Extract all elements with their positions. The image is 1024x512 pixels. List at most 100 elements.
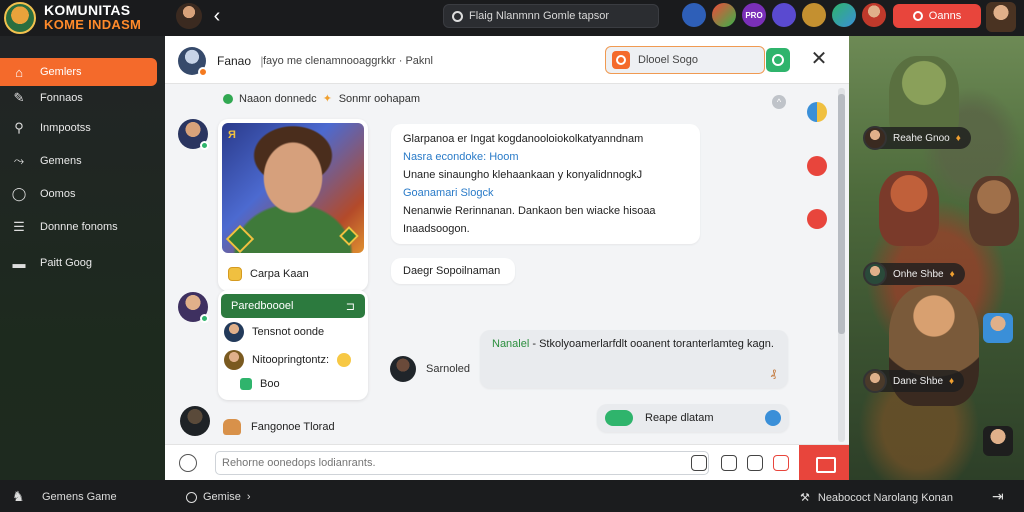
sidebar-item-label: Inmpootss xyxy=(40,122,91,134)
bottom-left-label[interactable]: Gemens Game xyxy=(42,491,117,503)
sticker-icon[interactable] xyxy=(747,455,763,471)
clock-icon xyxy=(186,491,197,503)
sidebar-item-label: Oomos xyxy=(40,188,76,200)
card-footer: Carpa Kaan xyxy=(228,267,309,281)
avatar[interactable] xyxy=(983,426,1013,456)
avatar-gold-icon[interactable] xyxy=(802,3,826,27)
gem-icon xyxy=(339,226,359,246)
clock-icon[interactable] xyxy=(807,102,827,122)
message-text: - Stkolyoamerlarfdlt ooanent toranterlam… xyxy=(529,338,774,350)
heart-red-icon[interactable] xyxy=(807,209,827,229)
list-icon: ☰ xyxy=(13,219,25,234)
avatar xyxy=(863,262,887,286)
chat-icon: ◯ xyxy=(11,186,27,201)
message-line: Nenanwie Rerinnanan. Dankaon ben wiacke … xyxy=(403,205,656,217)
game-player-chip[interactable]: Onhe Shbe ♦ xyxy=(863,262,965,286)
avatar[interactable] xyxy=(390,356,416,382)
bottom-right-link[interactable]: ⚒ Neabococt Narolang Konan xyxy=(800,491,953,505)
chat-avatar[interactable] xyxy=(178,47,208,77)
avatar[interactable] xyxy=(983,313,1013,343)
profile-avatar[interactable] xyxy=(986,2,1016,32)
chevron-right-icon: › xyxy=(246,491,251,503)
collapse-pin-icon[interactable]: ^ xyxy=(772,95,786,109)
message-input[interactable] xyxy=(215,451,709,475)
attach-icon[interactable] xyxy=(691,455,707,471)
scroll-thumb[interactable] xyxy=(838,94,845,334)
game-purple-icon[interactable] xyxy=(772,3,796,27)
home-icon: ⌂ xyxy=(15,64,23,80)
online-status-icon xyxy=(200,141,209,150)
play-icon[interactable] xyxy=(765,410,781,426)
list-item[interactable]: Nitoopringtontz: xyxy=(224,350,352,370)
group-card-header[interactable]: Paredboooel ⊐ xyxy=(221,294,365,318)
sidebar-item-home[interactable]: ⌂ Gemlers xyxy=(0,58,157,86)
sidebar-item-inbox[interactable]: ▬ Paitt Goog xyxy=(0,249,157,277)
card-corner-badge: Я xyxy=(228,129,236,141)
message-bubble-highlight: Nanalel - Stkolyoamerlarfdlt ooanent tor… xyxy=(480,330,788,388)
voice-message-bubble[interactable]: Reape dlatam xyxy=(597,404,789,432)
avatar xyxy=(224,350,244,370)
chat-header: Fanao | fayo me clenamnooaggrkkr · Paknl… xyxy=(165,36,849,84)
community-icon[interactable]: ♞ xyxy=(12,489,28,503)
smile-emoji-icon xyxy=(337,353,352,367)
sidebar-item-list[interactable]: ☰ Donnne fonoms xyxy=(0,213,157,241)
message-link[interactable]: Nasra econdoke: Hoom xyxy=(403,148,688,166)
message-link[interactable]: Goanamari Slogck xyxy=(403,184,688,202)
open-icon: ⊐ xyxy=(345,300,355,313)
green-dot-icon xyxy=(223,94,233,104)
chat-search-field[interactable]: Dlooel Sogo xyxy=(605,46,765,74)
pro-badge-icon[interactable]: PRO xyxy=(742,3,766,27)
avatar-red-icon[interactable] xyxy=(682,3,706,27)
sender-avatar[interactable] xyxy=(180,406,210,436)
close-button[interactable]: ✕ xyxy=(808,48,830,70)
chat-panel: Fanao | fayo me clenamnooaggrkkr · Paknl… xyxy=(165,36,849,481)
exit-icon[interactable]: ⇥ xyxy=(992,488,1008,504)
emoji-icon[interactable] xyxy=(179,454,197,472)
list-item[interactable]: Tensnot oonde xyxy=(224,322,324,342)
list-item-label: Nitoopringtontz: xyxy=(252,354,330,366)
current-user-avatar[interactable] xyxy=(176,3,202,29)
green-search-button[interactable] xyxy=(766,48,790,72)
message-highlight: Nanalel xyxy=(492,338,530,350)
flame-icon: ♦ xyxy=(949,375,955,387)
list-item-label: Tensnot oonde xyxy=(252,326,325,338)
chat-subtitle: fayo me clenamnooaggrkkr · Paknl xyxy=(263,55,433,67)
bottom-mid-label: Gemise xyxy=(203,491,241,503)
sidebar-item-search[interactable]: ⚲ Inmpootss xyxy=(0,114,157,142)
sidebar-item-share[interactable]: ⤳ Gemens xyxy=(0,147,157,175)
character-card[interactable]: Я Carpa Kaan xyxy=(218,119,368,291)
status-badge xyxy=(198,67,208,77)
message-line: Glarpanoa er Ingat kogdanooloiokolkatyan… xyxy=(403,133,644,145)
shield-red-icon[interactable] xyxy=(807,156,827,176)
card-footer-label: Carpa Kaan xyxy=(250,268,309,280)
game-player-chip[interactable]: Reahe Gnoo ♦ xyxy=(863,126,971,150)
chat-scrollbar[interactable] xyxy=(838,88,845,442)
sidebar-item-chat[interactable]: ◯ Oomos xyxy=(0,180,157,208)
send-button[interactable] xyxy=(799,445,849,481)
gif-icon[interactable] xyxy=(773,455,789,471)
game-player-chip[interactable]: Dane Shbe ♦ xyxy=(863,369,965,393)
community-logo-icon[interactable] xyxy=(4,2,36,34)
voice-wave-icon xyxy=(605,410,633,426)
sidebar-item-label: Gemlers xyxy=(40,66,82,78)
sidebar-item-games[interactable]: ✎ Fonnaos xyxy=(0,84,157,112)
top-action-button[interactable]: Oanns xyxy=(893,4,981,28)
pinned-row[interactable]: Naaon donnedc ✦ Sonmr oohapam xyxy=(223,93,420,105)
sender-avatar[interactable] xyxy=(178,292,209,323)
list-item[interactable]: Boo xyxy=(224,378,280,390)
game-teal-icon[interactable] xyxy=(832,3,856,27)
bottom-mid-link[interactable]: Gemise › xyxy=(186,491,251,503)
sender-avatar[interactable] xyxy=(178,119,209,150)
sidebar-item-label: Fonnaos xyxy=(40,92,83,104)
global-search-field[interactable]: Flaig Nlanmnn Gomle tapsor xyxy=(443,4,659,28)
reaction-icon[interactable]: ₰ xyxy=(771,366,776,384)
image-icon[interactable] xyxy=(721,455,737,471)
back-button[interactable]: ‹ xyxy=(208,5,226,27)
player-name: Onhe Shbe xyxy=(893,268,944,280)
game-green-icon[interactable] xyxy=(712,3,736,27)
avatar-user-icon[interactable] xyxy=(862,3,886,27)
group-card[interactable]: Paredboooel ⊐ Tensnot oonde Nitoopringto… xyxy=(218,290,368,400)
pinned-text-2: Sonmr oohapam xyxy=(338,93,421,105)
list-item-label: Boo xyxy=(260,378,280,390)
message-composer xyxy=(165,444,849,481)
